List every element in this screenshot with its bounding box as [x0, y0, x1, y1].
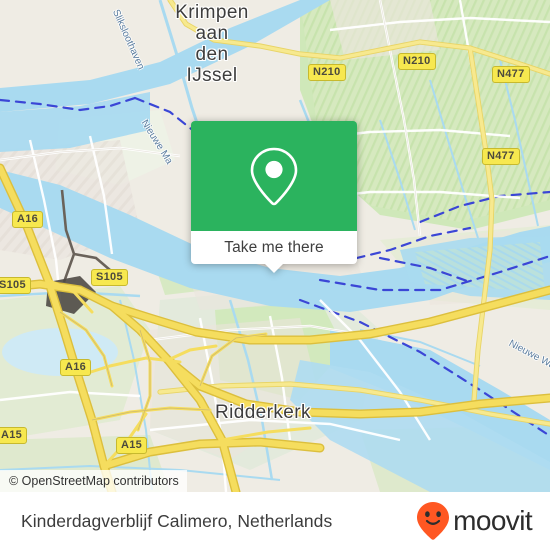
- location-popup-card[interactable]: Take me there: [191, 121, 357, 273]
- footer-bar: Kinderdagverblijf Calimero, Netherlands …: [0, 492, 550, 550]
- road-shield-n210-east: N210: [398, 53, 436, 70]
- road-shield-n210-west: N210: [308, 64, 346, 81]
- place-title: Kinderdagverblijf Calimero, Netherlands: [21, 510, 333, 531]
- road-shield-a15-east: A15: [116, 437, 148, 454]
- map-screenshot: Krimpen aan den IJssel Ridderkerk Sliksl…: [0, 0, 550, 550]
- moovit-smiley-pin-icon: [417, 502, 450, 540]
- road-shield-a16-south: A16: [60, 359, 92, 376]
- road-shield-s105-east: S105: [91, 269, 128, 286]
- popup-icon-panel: [191, 121, 357, 231]
- map-pin-icon: [250, 147, 298, 206]
- road-shield-a15-west: A15: [0, 427, 28, 444]
- map-canvas[interactable]: Krimpen aan den IJssel Ridderkerk Sliksl…: [0, 0, 550, 492]
- moovit-logo[interactable]: moovit: [416, 501, 533, 541]
- road-shield-a16-north: A16: [12, 211, 44, 228]
- road-shield-s105-west: S105: [0, 277, 31, 294]
- road-shield-n477-south: N477: [482, 148, 520, 165]
- popup-pointer: [265, 264, 283, 273]
- popup-action-panel[interactable]: Take me there: [191, 231, 357, 273]
- road-shield-n477-north: N477: [492, 66, 530, 83]
- map-attribution[interactable]: © OpenStreetMap contributors: [0, 470, 187, 492]
- moovit-wordmark: moovit: [453, 505, 532, 536]
- take-me-there-label: Take me there: [224, 238, 324, 256]
